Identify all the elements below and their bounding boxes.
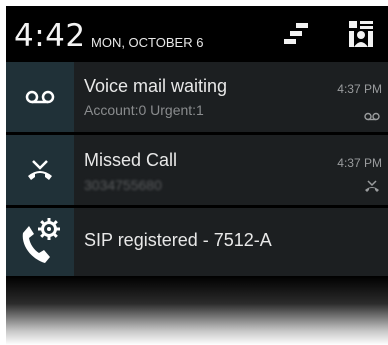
notification-shade: 4:42 MON, OCTOBER 6 Voice mail waiting A… <box>6 6 388 345</box>
quick-settings-icon[interactable] <box>346 19 376 53</box>
notification-title: Missed Call <box>84 150 178 170</box>
voicemail-icon <box>6 62 74 132</box>
status-bar: 4:42 MON, OCTOBER 6 <box>6 6 388 60</box>
date: MON, OCTOBER 6 <box>91 35 204 50</box>
notification-title: Voice mail waiting <box>84 76 228 96</box>
settings-bars-icon[interactable] <box>282 21 312 51</box>
notification-title: SIP registered - 7512-A <box>84 230 272 250</box>
voicemail-small-icon <box>364 106 380 125</box>
notification-subtitle: Account:0 Urgent:1 <box>84 102 204 118</box>
notification-sip-registered[interactable]: SIP registered - 7512-A <box>6 208 388 276</box>
missed-call-icon <box>6 135 74 205</box>
notification-missed-call[interactable]: Missed Call 3034755680 4:37 PM <box>6 135 388 205</box>
notification-voicemail[interactable]: Voice mail waiting Account:0 Urgent:1 4:… <box>6 62 388 132</box>
clock: 4:42 <box>14 18 86 54</box>
sip-settings-icon <box>6 208 74 276</box>
shade-bottom-fade <box>6 276 388 345</box>
notification-time: 4:37 PM <box>337 156 382 170</box>
missed-call-small-icon <box>364 178 380 197</box>
notification-time: 4:37 PM <box>337 82 382 96</box>
notification-subtitle: 3034755680 <box>84 177 162 193</box>
